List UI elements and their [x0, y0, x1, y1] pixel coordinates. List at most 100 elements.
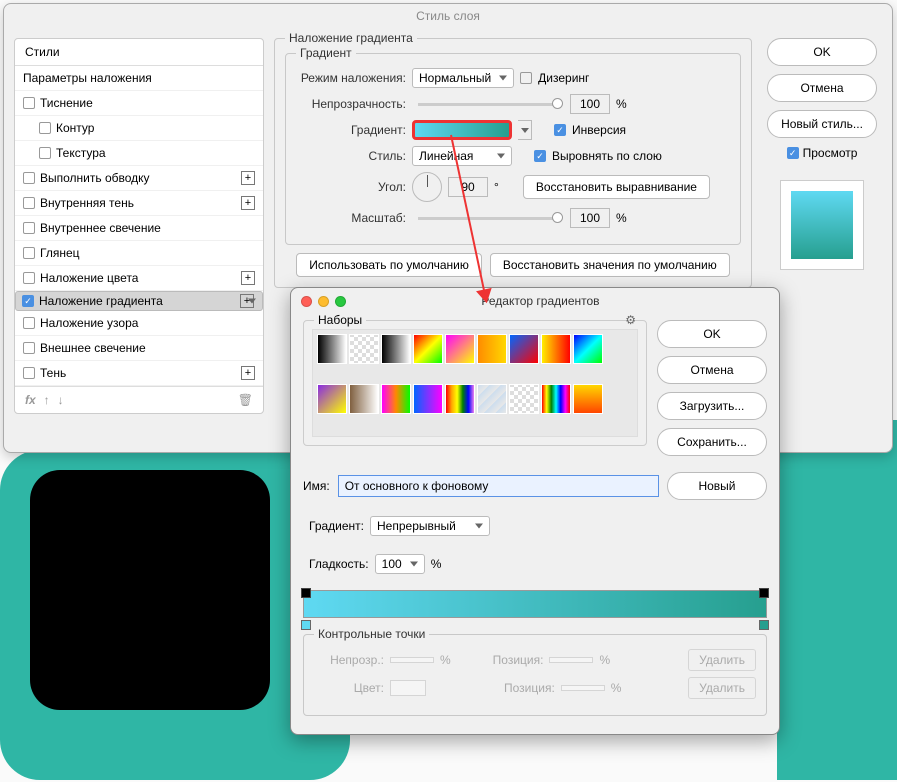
gradient-dropdown-icon[interactable] — [518, 120, 532, 140]
presets-group: Наборы ⚙ — [303, 320, 647, 446]
style-checkbox[interactable] — [22, 295, 34, 307]
preset-swatch[interactable] — [317, 384, 347, 414]
reset-default-button[interactable]: Восстановить значения по умолчанию — [490, 253, 730, 277]
editor-load-button[interactable]: Загрузить... — [657, 392, 767, 420]
preset-swatch[interactable] — [509, 334, 539, 364]
opacity-slider[interactable] — [418, 103, 558, 106]
preset-swatch[interactable] — [573, 384, 603, 414]
style-item[interactable]: Наложение цвета+ — [15, 266, 263, 291]
scale-slider[interactable] — [418, 217, 558, 220]
style-label: Внутренняя тень — [40, 196, 134, 210]
reset-alignment-button[interactable]: Восстановить выравнивание — [523, 175, 710, 199]
style-item[interactable]: Контур — [15, 116, 263, 141]
style-item[interactable]: Текстура — [15, 141, 263, 166]
style-label: Наложение узора — [40, 316, 138, 330]
new-style-button[interactable]: Новый стиль... — [767, 110, 877, 138]
style-checkbox[interactable] — [23, 97, 35, 109]
stop-opacity-pos-input — [549, 657, 593, 663]
preset-swatch[interactable] — [509, 384, 539, 414]
preset-swatch[interactable] — [541, 334, 571, 364]
plus-icon[interactable]: + — [241, 271, 255, 285]
gradient-overlay-group: Наложение градиента Градиент Режим налож… — [274, 38, 752, 288]
preset-swatch[interactable] — [445, 384, 475, 414]
make-default-button[interactable]: Использовать по умолчанию — [296, 253, 482, 277]
style-item[interactable]: Тиснение — [15, 91, 263, 116]
style-checkbox[interactable] — [23, 317, 35, 329]
plus-icon[interactable]: + — [241, 171, 255, 185]
stop-opacity-input — [390, 657, 434, 663]
style-item[interactable]: Наложение градиента + — [15, 291, 263, 311]
preset-swatch[interactable] — [349, 334, 379, 364]
plus-icon[interactable]: + — [241, 366, 255, 380]
ok-button[interactable]: OK — [767, 38, 877, 66]
gradient-type-select[interactable]: Непрерывный — [370, 516, 490, 536]
preview-checkbox[interactable] — [787, 147, 799, 159]
angle-input[interactable]: 90 — [448, 177, 488, 197]
smoothness-input[interactable]: 100 — [375, 554, 425, 574]
trash-icon[interactable]: 🗑 — [238, 393, 253, 407]
preset-swatch[interactable] — [477, 334, 507, 364]
editor-ok-button[interactable]: OK — [657, 320, 767, 348]
close-icon[interactable] — [301, 296, 312, 307]
dither-checkbox[interactable] — [520, 72, 532, 84]
gear-icon[interactable]: ⚙ — [625, 313, 636, 327]
style-checkbox[interactable] — [39, 122, 51, 134]
style-item[interactable]: Выполнить обводку+ — [15, 166, 263, 191]
preset-swatch[interactable] — [317, 334, 347, 364]
style-checkbox[interactable] — [23, 197, 35, 209]
preset-swatch[interactable] — [413, 384, 443, 414]
scale-input[interactable]: 100 — [570, 208, 610, 228]
style-item[interactable]: Тень + — [15, 361, 263, 386]
style-item[interactable]: Внешнее свечение — [15, 336, 263, 361]
editor-save-button[interactable]: Сохранить... — [657, 428, 767, 456]
reverse-checkbox[interactable] — [554, 124, 566, 136]
style-item[interactable]: Внутренняя тень + — [15, 191, 263, 216]
plus-icon[interactable]: + — [240, 294, 254, 308]
style-label: Тень — [40, 366, 66, 380]
fx-label[interactable]: fx — [25, 393, 36, 407]
style-label: Наложение градиента — [39, 294, 163, 308]
preset-swatch[interactable] — [381, 334, 411, 364]
style-checkbox[interactable] — [23, 342, 35, 354]
arrow-down-icon[interactable]: ↓ — [58, 393, 64, 407]
style-item[interactable]: Внутреннее свечение — [15, 216, 263, 241]
preset-swatch[interactable] — [573, 334, 603, 364]
preset-swatch[interactable] — [349, 384, 379, 414]
opacity-stop-left[interactable] — [301, 588, 311, 598]
preset-swatch[interactable] — [477, 384, 507, 414]
opacity-input[interactable]: 100 — [570, 94, 610, 114]
color-stop-right[interactable] — [759, 620, 769, 630]
preset-swatch[interactable] — [413, 334, 443, 364]
editor-cancel-button[interactable]: Отмена — [657, 356, 767, 384]
preset-swatch[interactable] — [541, 384, 571, 414]
gradient-name-input[interactable] — [338, 475, 659, 497]
style-checkbox[interactable] — [23, 172, 35, 184]
gradient-swatch[interactable] — [412, 120, 512, 140]
gradient-editor-dialog: Редактор градиентов Наборы ⚙ OK Отмена З… — [290, 287, 780, 735]
arrow-up-icon[interactable]: ↑ — [44, 393, 50, 407]
style-item[interactable]: Глянец — [15, 241, 263, 266]
styles-panel: Стили Параметры наложения ТиснениеКонтур… — [14, 38, 264, 414]
style-checkbox[interactable] — [23, 367, 35, 379]
gradient-bar[interactable] — [303, 590, 767, 618]
plus-icon[interactable]: + — [241, 196, 255, 210]
style-item[interactable]: Наложение узора — [15, 311, 263, 336]
style-label: Внешнее свечение — [40, 341, 146, 355]
cancel-button[interactable]: Отмена — [767, 74, 877, 102]
preset-swatch[interactable] — [445, 334, 475, 364]
editor-new-button[interactable]: Новый — [667, 472, 767, 500]
delete-color-stop-button[interactable]: Удалить — [688, 677, 756, 699]
blending-options[interactable]: Параметры наложения — [15, 66, 263, 91]
preset-swatch[interactable] — [381, 384, 411, 414]
delete-opacity-stop-button[interactable]: Удалить — [688, 649, 756, 671]
style-checkbox[interactable] — [23, 247, 35, 259]
style-checkbox[interactable] — [23, 272, 35, 284]
angle-dial[interactable] — [412, 172, 442, 202]
color-stop-left[interactable] — [301, 620, 311, 630]
gradient-style-select[interactable]: Линейная — [412, 146, 512, 166]
blend-mode-select[interactable]: Нормальный — [412, 68, 514, 88]
align-checkbox[interactable] — [534, 150, 546, 162]
opacity-stop-right[interactable] — [759, 588, 769, 598]
style-checkbox[interactable] — [39, 147, 51, 159]
style-checkbox[interactable] — [23, 222, 35, 234]
